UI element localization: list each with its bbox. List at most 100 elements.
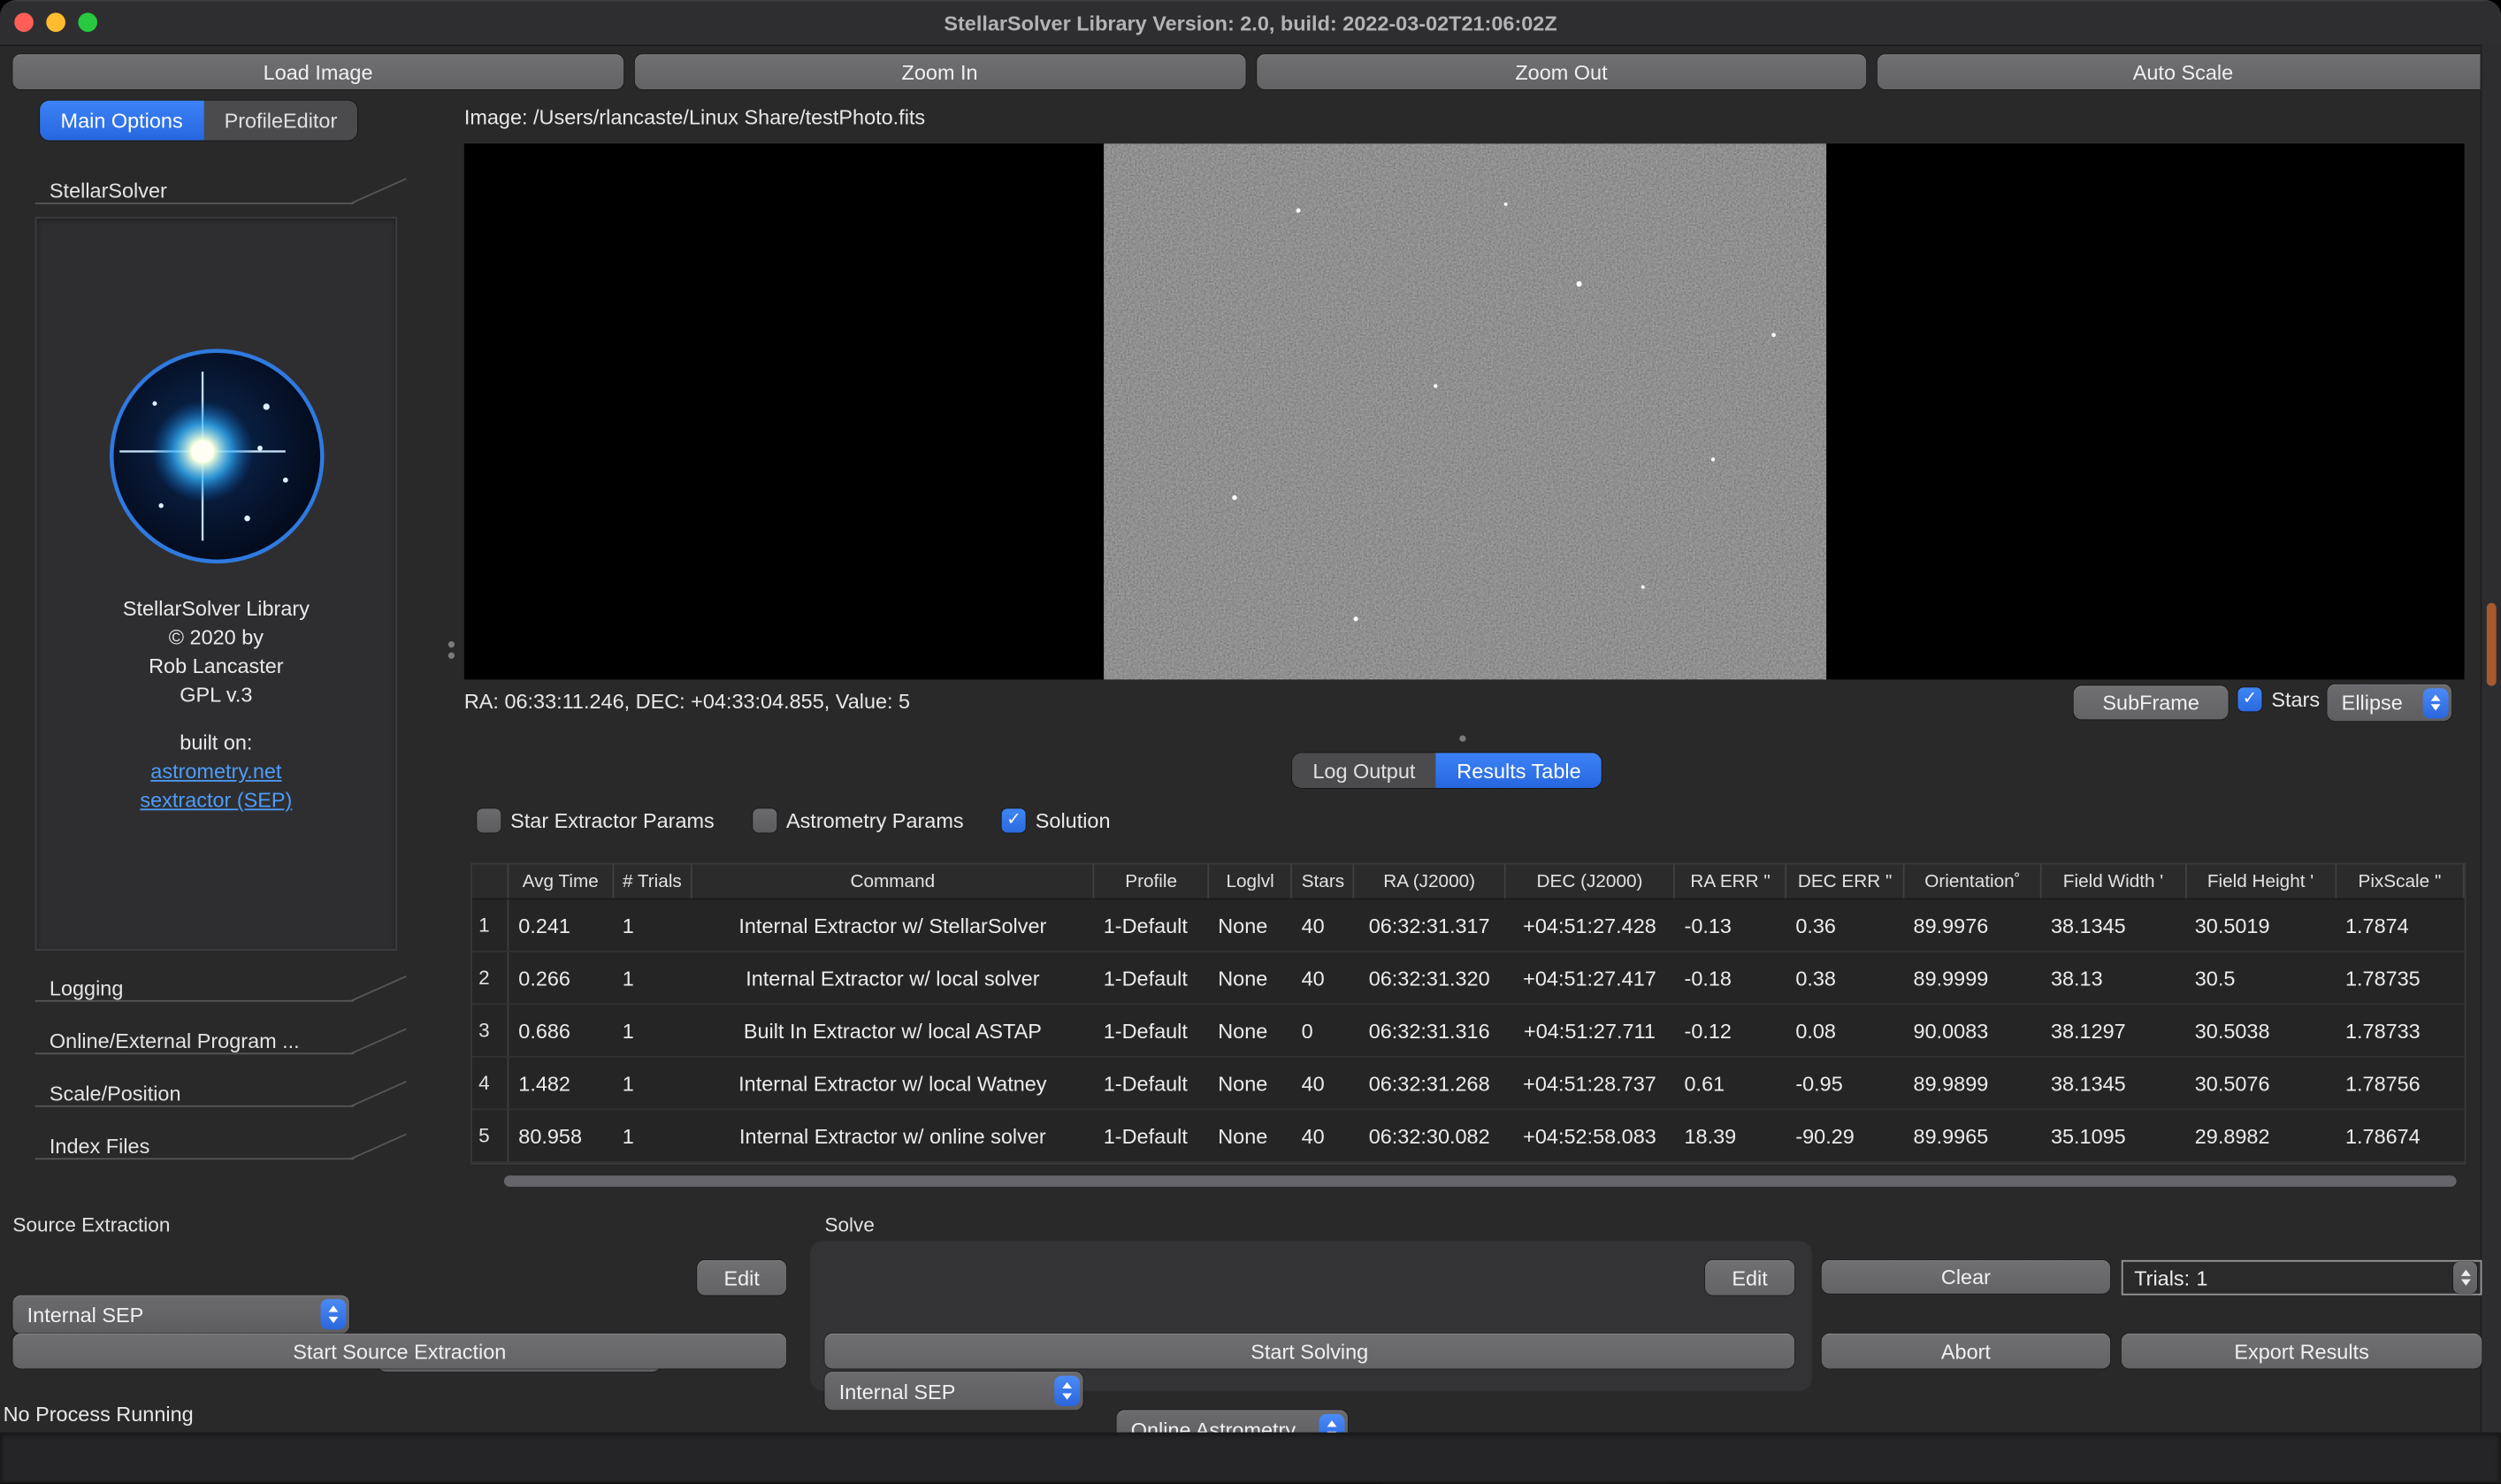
table-cell: +04:52:58.083 <box>1504 1109 1674 1162</box>
table-cell: 89.9976 <box>1904 899 2041 952</box>
table-row[interactable]: 580.9581Internal Extractor w/ online sol… <box>472 1109 2464 1162</box>
sidebar-section-logging[interactable]: Logging <box>35 967 412 1008</box>
table-horizontal-scrollbar[interactable] <box>472 1174 2465 1188</box>
sidebar-section-stellarsolver[interactable]: StellarSolver <box>35 169 412 210</box>
solution-checkbox[interactable]: Solution <box>1002 808 1111 832</box>
window-title: StellarSolver Library Version: 2.0, buil… <box>0 0 2501 45</box>
column-header[interactable]: RA (J2000) <box>1354 865 1504 899</box>
star-extractor-params-checkbox[interactable]: Star Extractor Params <box>477 808 715 832</box>
table-cell: 80.958 <box>509 1109 613 1162</box>
table-cell: Built In Extractor w/ local ASTAP <box>692 1004 1094 1057</box>
load-image-button[interactable]: Load Image <box>12 54 623 89</box>
table-cell: 89.9899 <box>1904 1057 2041 1110</box>
astrometry-params-checkbox[interactable]: Astrometry Params <box>753 808 964 832</box>
table-cell: 40 <box>1292 1057 1354 1110</box>
column-header[interactable]: Field Width ' <box>2041 865 2185 899</box>
table-cell: 1-Default <box>1094 952 1208 1005</box>
table-cell: -0.95 <box>1786 1057 1903 1110</box>
vertical-splitter-handle[interactable] <box>448 641 455 647</box>
column-header[interactable]: Command <box>692 865 1094 899</box>
table-cell: 38.13 <box>2041 952 2185 1005</box>
row-number-cell: 3 <box>472 1004 509 1057</box>
stellarsolver-about-panel: StellarSolver Library © 2020 by Rob Lanc… <box>35 217 397 951</box>
auto-scale-button[interactable]: Auto Scale <box>1878 54 2488 89</box>
table-cell: 0.266 <box>509 952 613 1005</box>
solve-method-select[interactable]: Internal SEP <box>824 1372 1082 1410</box>
table-cell: -90.29 <box>1786 1109 1903 1162</box>
table-cell: 1-Default <box>1094 1109 1208 1162</box>
table-cell: 1.482 <box>509 1057 613 1110</box>
column-header[interactable]: # Trials <box>613 865 692 899</box>
solve-edit-button[interactable]: Edit <box>1705 1260 1794 1296</box>
solve-method-value: Internal SEP <box>839 1379 956 1403</box>
table-cell: 30.5076 <box>2185 1057 2336 1110</box>
clear-button[interactable]: Clear <box>1822 1260 2110 1294</box>
chevron-updown-icon <box>1053 1376 1079 1406</box>
column-header[interactable]: RA ERR " <box>1675 865 1786 899</box>
column-header[interactable]: Orientation˚ <box>1904 865 2041 899</box>
export-results-button[interactable]: Export Results <box>2122 1334 2482 1369</box>
tab-main-options[interactable]: Main Options <box>40 101 203 141</box>
column-header[interactable]: Field Height ' <box>2185 865 2336 899</box>
table-cell: 89.9999 <box>1904 952 2041 1005</box>
table-row[interactable]: 20.2661Internal Extractor w/ local solve… <box>472 952 2464 1005</box>
column-header[interactable]: DEC (J2000) <box>1504 865 1674 899</box>
progress-log-area <box>0 1433 2501 1484</box>
sidebar-section-online-external[interactable]: Online/External Program ... <box>35 1020 412 1061</box>
solve-label: Solve <box>824 1214 874 1236</box>
column-header[interactable]: Stars <box>1292 865 1354 899</box>
start-source-extraction-button[interactable]: Start Source Extraction <box>12 1334 786 1369</box>
extraction-method-select[interactable]: Internal SEP <box>12 1296 349 1334</box>
window-scrollbar-handle[interactable] <box>2487 603 2497 686</box>
column-header[interactable]: DEC ERR " <box>1786 865 1903 899</box>
astrometry-link[interactable]: astrometry.net <box>150 760 281 784</box>
row-number-cell: 1 <box>472 899 509 952</box>
trials-spinbox[interactable]: Trials: 1 <box>2122 1260 2482 1296</box>
table-cell: None <box>1208 952 1291 1005</box>
table-cell: +04:51:27.428 <box>1504 899 1674 952</box>
table-cell: 40 <box>1292 952 1354 1005</box>
stars-checkbox[interactable]: Stars <box>2237 687 2320 711</box>
table-row[interactable]: 41.4821Internal Extractor w/ local Watne… <box>472 1057 2464 1110</box>
column-header[interactable]: PixScale " <box>2336 865 2464 899</box>
start-solving-button[interactable]: Start Solving <box>824 1334 1794 1369</box>
table-cell: 1.7874 <box>2336 899 2464 952</box>
column-header[interactable]: Avg Time <box>509 865 613 899</box>
source-extraction-label: Source Extraction <box>12 1214 170 1236</box>
table-cell: 40 <box>1292 1109 1354 1162</box>
spinner-buttons-icon[interactable] <box>2453 1262 2477 1294</box>
table-cell: +04:51:27.711 <box>1504 1004 1674 1057</box>
zoom-in-button[interactable]: Zoom In <box>634 54 1244 89</box>
sidebar-section-index-files[interactable]: Index Files <box>35 1125 412 1167</box>
cursor-readout: RA: 06:33:11.246, DEC: +04:33:04.855, Va… <box>464 689 910 713</box>
section-label: Scale/Position <box>50 1081 181 1105</box>
scrollbar-handle[interactable] <box>504 1175 2457 1187</box>
horizontal-splitter-handle[interactable] <box>1459 735 1465 741</box>
tab-profile-editor[interactable]: ProfileEditor <box>203 101 358 141</box>
subframe-button[interactable]: SubFrame <box>2074 686 2229 720</box>
table-cell: 06:32:31.320 <box>1354 952 1504 1005</box>
vertical-splitter-handle[interactable] <box>448 653 455 659</box>
tab-results-table[interactable]: Results Table <box>1436 753 1602 788</box>
star-shape-value: Ellipse <box>2342 691 2403 715</box>
column-header[interactable]: Profile <box>1094 865 1208 899</box>
column-header[interactable]: Loglvl <box>1208 865 1291 899</box>
sidebar-section-scale-position[interactable]: Scale/Position <box>35 1072 412 1113</box>
fits-image-view[interactable] <box>464 143 2465 679</box>
row-number-header <box>472 865 509 899</box>
sextractor-link[interactable]: sextractor (SEP) <box>140 788 292 812</box>
table-cell: 40 <box>1292 899 1354 952</box>
table-row[interactable]: 10.2411Internal Extractor w/ StellarSolv… <box>472 899 2464 952</box>
window-scrollbar-track[interactable] <box>2481 45 2501 1484</box>
results-table[interactable]: Avg Time# TrialsCommandProfileLoglvlStar… <box>472 865 2465 1163</box>
abort-button[interactable]: Abort <box>1822 1334 2110 1369</box>
star-shape-select[interactable]: Ellipse <box>2327 685 2451 721</box>
about-license: GPL v.3 <box>123 681 310 709</box>
table-cell: 30.5019 <box>2185 899 2336 952</box>
table-cell: 06:32:31.268 <box>1354 1057 1504 1110</box>
zoom-out-button[interactable]: Zoom Out <box>1256 54 1866 89</box>
extraction-edit-button[interactable]: Edit <box>697 1260 786 1296</box>
table-row[interactable]: 30.6861Built In Extractor w/ local ASTAP… <box>472 1004 2464 1057</box>
tab-log-output[interactable]: Log Output <box>1292 753 1436 788</box>
table-cell: +04:51:27.417 <box>1504 952 1674 1005</box>
